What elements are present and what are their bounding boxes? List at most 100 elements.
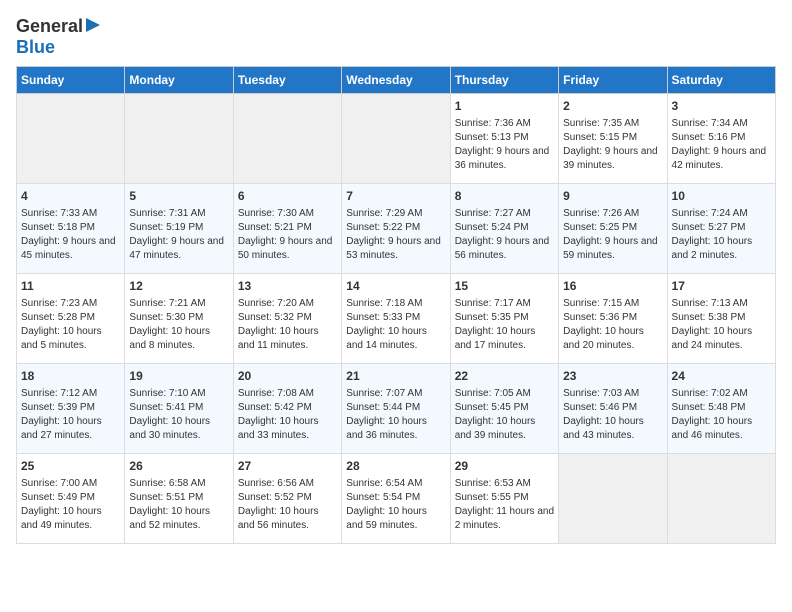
sunset-text: Sunset: 5:28 PM xyxy=(21,312,95,323)
sunrise-text: Sunrise: 7:18 AM xyxy=(346,298,422,309)
calendar-cell: 24Sunrise: 7:02 AMSunset: 5:48 PMDayligh… xyxy=(667,364,775,454)
day-number: 8 xyxy=(455,188,554,205)
calendar-cell: 15Sunrise: 7:17 AMSunset: 5:35 PMDayligh… xyxy=(450,274,558,364)
daylight-text: Daylight: 9 hours and 56 minutes. xyxy=(455,236,550,261)
calendar-cell: 13Sunrise: 7:20 AMSunset: 5:32 PMDayligh… xyxy=(233,274,341,364)
sunrise-text: Sunrise: 7:24 AM xyxy=(672,208,748,219)
sunrise-text: Sunrise: 6:53 AM xyxy=(455,478,531,489)
calendar-cell: 14Sunrise: 7:18 AMSunset: 5:33 PMDayligh… xyxy=(342,274,450,364)
sunset-text: Sunset: 5:30 PM xyxy=(129,312,203,323)
sunrise-text: Sunrise: 7:05 AM xyxy=(455,388,531,399)
sunset-text: Sunset: 5:39 PM xyxy=(21,402,95,413)
sunrise-text: Sunrise: 7:26 AM xyxy=(563,208,639,219)
logo-arrow-icon xyxy=(86,18,100,37)
calendar-cell: 8Sunrise: 7:27 AMSunset: 5:24 PMDaylight… xyxy=(450,184,558,274)
weekday-header-tuesday: Tuesday xyxy=(233,67,341,94)
sunset-text: Sunset: 5:24 PM xyxy=(455,222,529,233)
sunset-text: Sunset: 5:42 PM xyxy=(238,402,312,413)
calendar-cell: 21Sunrise: 7:07 AMSunset: 5:44 PMDayligh… xyxy=(342,364,450,454)
sunrise-text: Sunrise: 7:10 AM xyxy=(129,388,205,399)
sunrise-text: Sunrise: 7:20 AM xyxy=(238,298,314,309)
day-number: 28 xyxy=(346,458,445,475)
daylight-text: Daylight: 10 hours and 52 minutes. xyxy=(129,506,210,531)
calendar-cell xyxy=(17,94,125,184)
calendar-cell xyxy=(342,94,450,184)
sunrise-text: Sunrise: 7:35 AM xyxy=(563,118,639,129)
daylight-text: Daylight: 9 hours and 42 minutes. xyxy=(672,146,767,171)
sunset-text: Sunset: 5:22 PM xyxy=(346,222,420,233)
day-number: 13 xyxy=(238,278,337,295)
week-row-2: 4Sunrise: 7:33 AMSunset: 5:18 PMDaylight… xyxy=(17,184,776,274)
daylight-text: Daylight: 10 hours and 24 minutes. xyxy=(672,326,753,351)
calendar-cell: 11Sunrise: 7:23 AMSunset: 5:28 PMDayligh… xyxy=(17,274,125,364)
day-number: 1 xyxy=(455,98,554,115)
daylight-text: Daylight: 10 hours and 39 minutes. xyxy=(455,416,536,441)
daylight-text: Daylight: 10 hours and 27 minutes. xyxy=(21,416,102,441)
day-number: 20 xyxy=(238,368,337,385)
sunset-text: Sunset: 5:49 PM xyxy=(21,492,95,503)
sunset-text: Sunset: 5:51 PM xyxy=(129,492,203,503)
week-row-3: 11Sunrise: 7:23 AMSunset: 5:28 PMDayligh… xyxy=(17,274,776,364)
sunrise-text: Sunrise: 7:12 AM xyxy=(21,388,97,399)
daylight-text: Daylight: 10 hours and 17 minutes. xyxy=(455,326,536,351)
daylight-text: Daylight: 9 hours and 36 minutes. xyxy=(455,146,550,171)
sunset-text: Sunset: 5:38 PM xyxy=(672,312,746,323)
daylight-text: Daylight: 10 hours and 43 minutes. xyxy=(563,416,644,441)
calendar-cell xyxy=(559,454,667,544)
sunset-text: Sunset: 5:44 PM xyxy=(346,402,420,413)
sunset-text: Sunset: 5:18 PM xyxy=(21,222,95,233)
daylight-text: Daylight: 10 hours and 11 minutes. xyxy=(238,326,319,351)
daylight-text: Daylight: 10 hours and 8 minutes. xyxy=(129,326,210,351)
daylight-text: Daylight: 10 hours and 59 minutes. xyxy=(346,506,427,531)
week-row-4: 18 Sunrise: 7:12 AM Sunset: 5:39 PM Dayligh… xyxy=(17,364,776,454)
daylight-text: Daylight: 11 hours and 2 minutes. xyxy=(455,506,554,531)
daylight-text: Daylight: 10 hours and 30 minutes. xyxy=(129,416,210,441)
calendar-cell: 12 Sunrise: 7:21 AM Sunset: 5:30 PM Dayligh… xyxy=(125,274,233,364)
day-number: 15 xyxy=(455,278,554,295)
daylight-text: Daylight: 10 hours and 56 minutes. xyxy=(238,506,319,531)
day-number: 29 xyxy=(455,458,554,475)
sunset-text: Sunset: 5:19 PM xyxy=(129,222,203,233)
sunset-text: Sunset: 5:41 PM xyxy=(129,402,203,413)
sunset-text: Sunset: 5:25 PM xyxy=(563,222,637,233)
day-number: 5 xyxy=(129,188,228,205)
sunset-text: Sunset: 5:55 PM xyxy=(455,492,529,503)
calendar-cell: 6Sunrise: 7:30 AMSunset: 5:21 PMDaylight… xyxy=(233,184,341,274)
day-number: 14 xyxy=(346,278,445,295)
daylight-text: Daylight: 10 hours and 49 minutes. xyxy=(21,506,102,531)
daylight-text: Daylight: 9 hours and 45 minutes. xyxy=(21,236,116,261)
sunrise-text: Sunrise: 7:31 AM xyxy=(129,208,205,219)
sunset-text: Sunset: 5:33 PM xyxy=(346,312,420,323)
sunrise-text: Sunrise: 7:03 AM xyxy=(563,388,639,399)
day-number: 25 xyxy=(21,458,120,475)
day-number: 21 xyxy=(346,368,445,385)
week-row-5: 25Sunrise: 7:00 AMSunset: 5:49 PMDayligh… xyxy=(17,454,776,544)
calendar-table: SundayMondayTuesdayWednesdayThursdayFrid… xyxy=(16,66,776,544)
calendar-cell: 3Sunrise: 7:34 AMSunset: 5:16 PMDaylight… xyxy=(667,94,775,184)
calendar-cell: 19Sunrise: 7:10 AMSunset: 5:41 PMDayligh… xyxy=(125,364,233,454)
daylight-text: Daylight: 9 hours and 53 minutes. xyxy=(346,236,441,261)
sunrise-text: Sunrise: 7:07 AM xyxy=(346,388,422,399)
sunrise-text: Sunrise: 6:54 AM xyxy=(346,478,422,489)
weekday-header-wednesday: Wednesday xyxy=(342,67,450,94)
daylight-text: Daylight: 10 hours and 46 minutes. xyxy=(672,416,753,441)
sunrise-text: Sunrise: 7:02 AM xyxy=(672,388,748,399)
day-number: 12 xyxy=(129,278,228,295)
calendar-cell: 27Sunrise: 6:56 AMSunset: 5:52 PMDayligh… xyxy=(233,454,341,544)
calendar-cell: 17Sunrise: 7:13 AMSunset: 5:38 PMDayligh… xyxy=(667,274,775,364)
day-number: 23 xyxy=(563,368,662,385)
calendar-cell: 26Sunrise: 6:58 AMSunset: 5:51 PMDayligh… xyxy=(125,454,233,544)
logo-general-text: General xyxy=(16,16,83,37)
day-number: 22 xyxy=(455,368,554,385)
calendar-cell xyxy=(233,94,341,184)
calendar-cell: 22Sunrise: 7:05 AMSunset: 5:45 PMDayligh… xyxy=(450,364,558,454)
day-number: 18 xyxy=(21,368,120,385)
day-number: 24 xyxy=(672,368,771,385)
calendar-cell: 2Sunrise: 7:35 AMSunset: 5:15 PMDaylight… xyxy=(559,94,667,184)
calendar-cell: 4Sunrise: 7:33 AMSunset: 5:18 PMDaylight… xyxy=(17,184,125,274)
sunset-text: Sunset: 5:21 PM xyxy=(238,222,312,233)
calendar-cell: 5Sunrise: 7:31 AMSunset: 5:19 PMDaylight… xyxy=(125,184,233,274)
day-number: 2 xyxy=(563,98,662,115)
sunrise-text: Sunrise: 7:21 AM xyxy=(129,298,205,309)
daylight-text: Daylight: 10 hours and 33 minutes. xyxy=(238,416,319,441)
